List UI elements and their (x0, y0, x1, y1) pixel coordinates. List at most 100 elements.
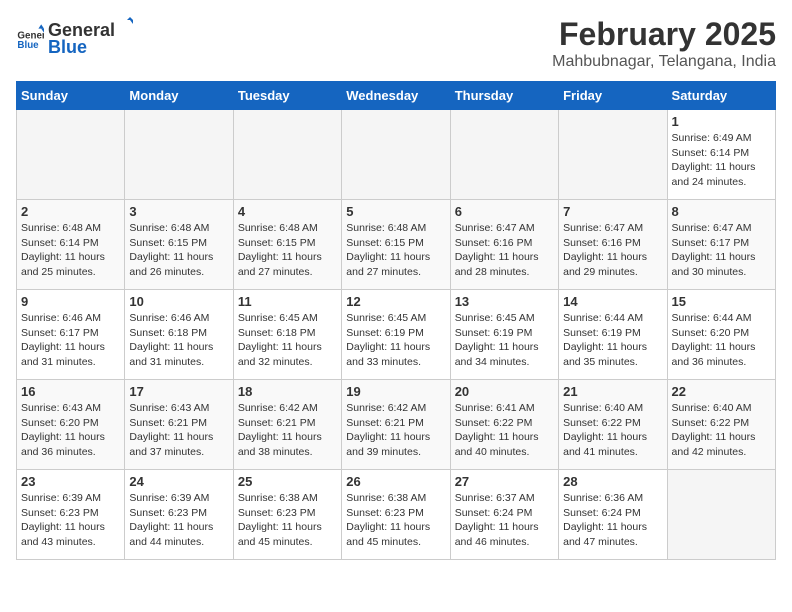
day-info: Sunrise: 6:41 AM Sunset: 6:22 PM Dayligh… (455, 401, 554, 460)
subtitle: Mahbubnagar, Telangana, India (552, 53, 776, 71)
day-info: Sunrise: 6:45 AM Sunset: 6:19 PM Dayligh… (346, 311, 445, 370)
calendar-cell: 19 Sunrise: 6:42 AM Sunset: 6:21 PM Dayli… (342, 380, 450, 470)
day-number: 5 (346, 204, 445, 219)
calendar-cell (450, 110, 558, 200)
day-info: Sunrise: 6:45 AM Sunset: 6:18 PM Dayligh… (238, 311, 337, 370)
logo-icon: General Blue (16, 23, 44, 51)
title-section: February 2025 Mahbubnagar, Telangana, In… (552, 16, 776, 71)
day-number: 3 (129, 204, 228, 219)
day-number: 2 (21, 204, 120, 219)
day-number: 17 (129, 384, 228, 399)
day-info: Sunrise: 6:39 AM Sunset: 6:23 PM Dayligh… (21, 491, 120, 550)
calendar-cell: 14 Sunrise: 6:44 AM Sunset: 6:19 PM Dayli… (559, 290, 667, 380)
day-number: 28 (563, 474, 662, 489)
calendar-cell: 13 Sunrise: 6:45 AM Sunset: 6:19 PM Dayli… (450, 290, 558, 380)
day-number: 7 (563, 204, 662, 219)
day-info: Sunrise: 6:42 AM Sunset: 6:21 PM Dayligh… (238, 401, 337, 460)
day-info: Sunrise: 6:37 AM Sunset: 6:24 PM Dayligh… (455, 491, 554, 550)
day-number: 24 (129, 474, 228, 489)
day-info: Sunrise: 6:48 AM Sunset: 6:15 PM Dayligh… (346, 221, 445, 280)
calendar-cell: 3 Sunrise: 6:48 AM Sunset: 6:15 PM Daylig… (125, 200, 233, 290)
calendar-week-row: 16 Sunrise: 6:43 AM Sunset: 6:20 PM Dayli… (17, 380, 776, 470)
weekday-header: Saturday (667, 82, 775, 110)
day-number: 23 (21, 474, 120, 489)
day-info: Sunrise: 6:45 AM Sunset: 6:19 PM Dayligh… (455, 311, 554, 370)
calendar-cell (17, 110, 125, 200)
day-info: Sunrise: 6:49 AM Sunset: 6:14 PM Dayligh… (672, 131, 771, 190)
calendar-week-row: 2 Sunrise: 6:48 AM Sunset: 6:14 PM Daylig… (17, 200, 776, 290)
weekday-header: Tuesday (233, 82, 341, 110)
day-info: Sunrise: 6:47 AM Sunset: 6:16 PM Dayligh… (455, 221, 554, 280)
svg-text:Blue: Blue (17, 40, 39, 51)
weekday-header: Friday (559, 82, 667, 110)
calendar-cell: 26Sunrise: 6:38 AM Sunset: 6:23 PM Dayli… (342, 470, 450, 560)
calendar-table: SundayMondayTuesdayWednesdayThursdayFrid… (16, 81, 776, 560)
calendar-week-row: 1 Sunrise: 6:49 AM Sunset: 6:14 PM Daylig… (17, 110, 776, 200)
day-number: 20 (455, 384, 554, 399)
calendar-cell: 11 Sunrise: 6:45 AM Sunset: 6:18 PM Dayli… (233, 290, 341, 380)
day-number: 22 (672, 384, 771, 399)
calendar-cell (559, 110, 667, 200)
calendar-cell: 25 Sunrise: 6:38 AM Sunset: 6:23 PM Dayli… (233, 470, 341, 560)
day-number: 1 (672, 114, 771, 129)
calendar-cell: 18Sunrise: 6:42 AM Sunset: 6:21 PM Dayli… (233, 380, 341, 470)
calendar-cell: 2 Sunrise: 6:48 AM Sunset: 6:14 PM Daylig… (17, 200, 125, 290)
day-number: 14 (563, 294, 662, 309)
calendar-cell: 27 Sunrise: 6:37 AM Sunset: 6:24 PM Dayli… (450, 470, 558, 560)
calendar-cell: 23 Sunrise: 6:39 AM Sunset: 6:23 PM Dayli… (17, 470, 125, 560)
calendar-cell: 28Sunrise: 6:36 AM Sunset: 6:24 PM Dayli… (559, 470, 667, 560)
day-number: 15 (672, 294, 771, 309)
main-title: February 2025 (552, 16, 776, 53)
calendar-cell: 5 Sunrise: 6:48 AM Sunset: 6:15 PM Daylig… (342, 200, 450, 290)
day-number: 12 (346, 294, 445, 309)
day-number: 13 (455, 294, 554, 309)
day-number: 8 (672, 204, 771, 219)
calendar-cell (125, 110, 233, 200)
calendar-cell: 15 Sunrise: 6:44 AM Sunset: 6:20 PM Dayli… (667, 290, 775, 380)
calendar-body: 1 Sunrise: 6:49 AM Sunset: 6:14 PM Daylig… (17, 110, 776, 560)
calendar-cell: 17 Sunrise: 6:43 AM Sunset: 6:21 PM Dayli… (125, 380, 233, 470)
day-number: 19 (346, 384, 445, 399)
day-number: 6 (455, 204, 554, 219)
calendar-cell: 4 Sunrise: 6:48 AM Sunset: 6:15 PM Daylig… (233, 200, 341, 290)
calendar-cell (342, 110, 450, 200)
day-info: Sunrise: 6:43 AM Sunset: 6:20 PM Dayligh… (21, 401, 120, 460)
calendar-cell: 16 Sunrise: 6:43 AM Sunset: 6:20 PM Dayli… (17, 380, 125, 470)
logo-bird-icon (115, 16, 135, 36)
calendar-cell (233, 110, 341, 200)
day-number: 27 (455, 474, 554, 489)
weekday-header: Monday (125, 82, 233, 110)
day-number: 4 (238, 204, 337, 219)
calendar-cell: 22 Sunrise: 6:40 AM Sunset: 6:22 PM Dayli… (667, 380, 775, 470)
calendar-cell: 6 Sunrise: 6:47 AM Sunset: 6:16 PM Daylig… (450, 200, 558, 290)
calendar-week-row: 9 Sunrise: 6:46 AM Sunset: 6:17 PM Daylig… (17, 290, 776, 380)
calendar-cell: 7 Sunrise: 6:47 AM Sunset: 6:16 PM Daylig… (559, 200, 667, 290)
calendar-cell: 9 Sunrise: 6:46 AM Sunset: 6:17 PM Daylig… (17, 290, 125, 380)
calendar-week-row: 23 Sunrise: 6:39 AM Sunset: 6:23 PM Dayli… (17, 470, 776, 560)
day-info: Sunrise: 6:44 AM Sunset: 6:20 PM Dayligh… (672, 311, 771, 370)
calendar-cell: 24Sunrise: 6:39 AM Sunset: 6:23 PM Dayli… (125, 470, 233, 560)
day-info: Sunrise: 6:44 AM Sunset: 6:19 PM Dayligh… (563, 311, 662, 370)
day-info: Sunrise: 6:48 AM Sunset: 6:15 PM Dayligh… (129, 221, 228, 280)
day-number: 9 (21, 294, 120, 309)
day-info: Sunrise: 6:40 AM Sunset: 6:22 PM Dayligh… (563, 401, 662, 460)
day-info: Sunrise: 6:38 AM Sunset: 6:23 PM Dayligh… (238, 491, 337, 550)
day-info: Sunrise: 6:47 AM Sunset: 6:16 PM Dayligh… (563, 221, 662, 280)
day-number: 11 (238, 294, 337, 309)
logo: General Blue General Blue (16, 16, 135, 58)
day-info: Sunrise: 6:43 AM Sunset: 6:21 PM Dayligh… (129, 401, 228, 460)
day-number: 25 (238, 474, 337, 489)
weekday-header: Wednesday (342, 82, 450, 110)
weekday-header: Sunday (17, 82, 125, 110)
day-info: Sunrise: 6:48 AM Sunset: 6:14 PM Dayligh… (21, 221, 120, 280)
day-number: 16 (21, 384, 120, 399)
day-info: Sunrise: 6:40 AM Sunset: 6:22 PM Dayligh… (672, 401, 771, 460)
day-info: Sunrise: 6:42 AM Sunset: 6:21 PM Dayligh… (346, 401, 445, 460)
calendar-cell: 20 Sunrise: 6:41 AM Sunset: 6:22 PM Dayli… (450, 380, 558, 470)
day-info: Sunrise: 6:38 AM Sunset: 6:23 PM Dayligh… (346, 491, 445, 550)
calendar-cell (667, 470, 775, 560)
day-number: 10 (129, 294, 228, 309)
day-info: Sunrise: 6:46 AM Sunset: 6:18 PM Dayligh… (129, 311, 228, 370)
day-info: Sunrise: 6:46 AM Sunset: 6:17 PM Dayligh… (21, 311, 120, 370)
day-info: Sunrise: 6:48 AM Sunset: 6:15 PM Dayligh… (238, 221, 337, 280)
